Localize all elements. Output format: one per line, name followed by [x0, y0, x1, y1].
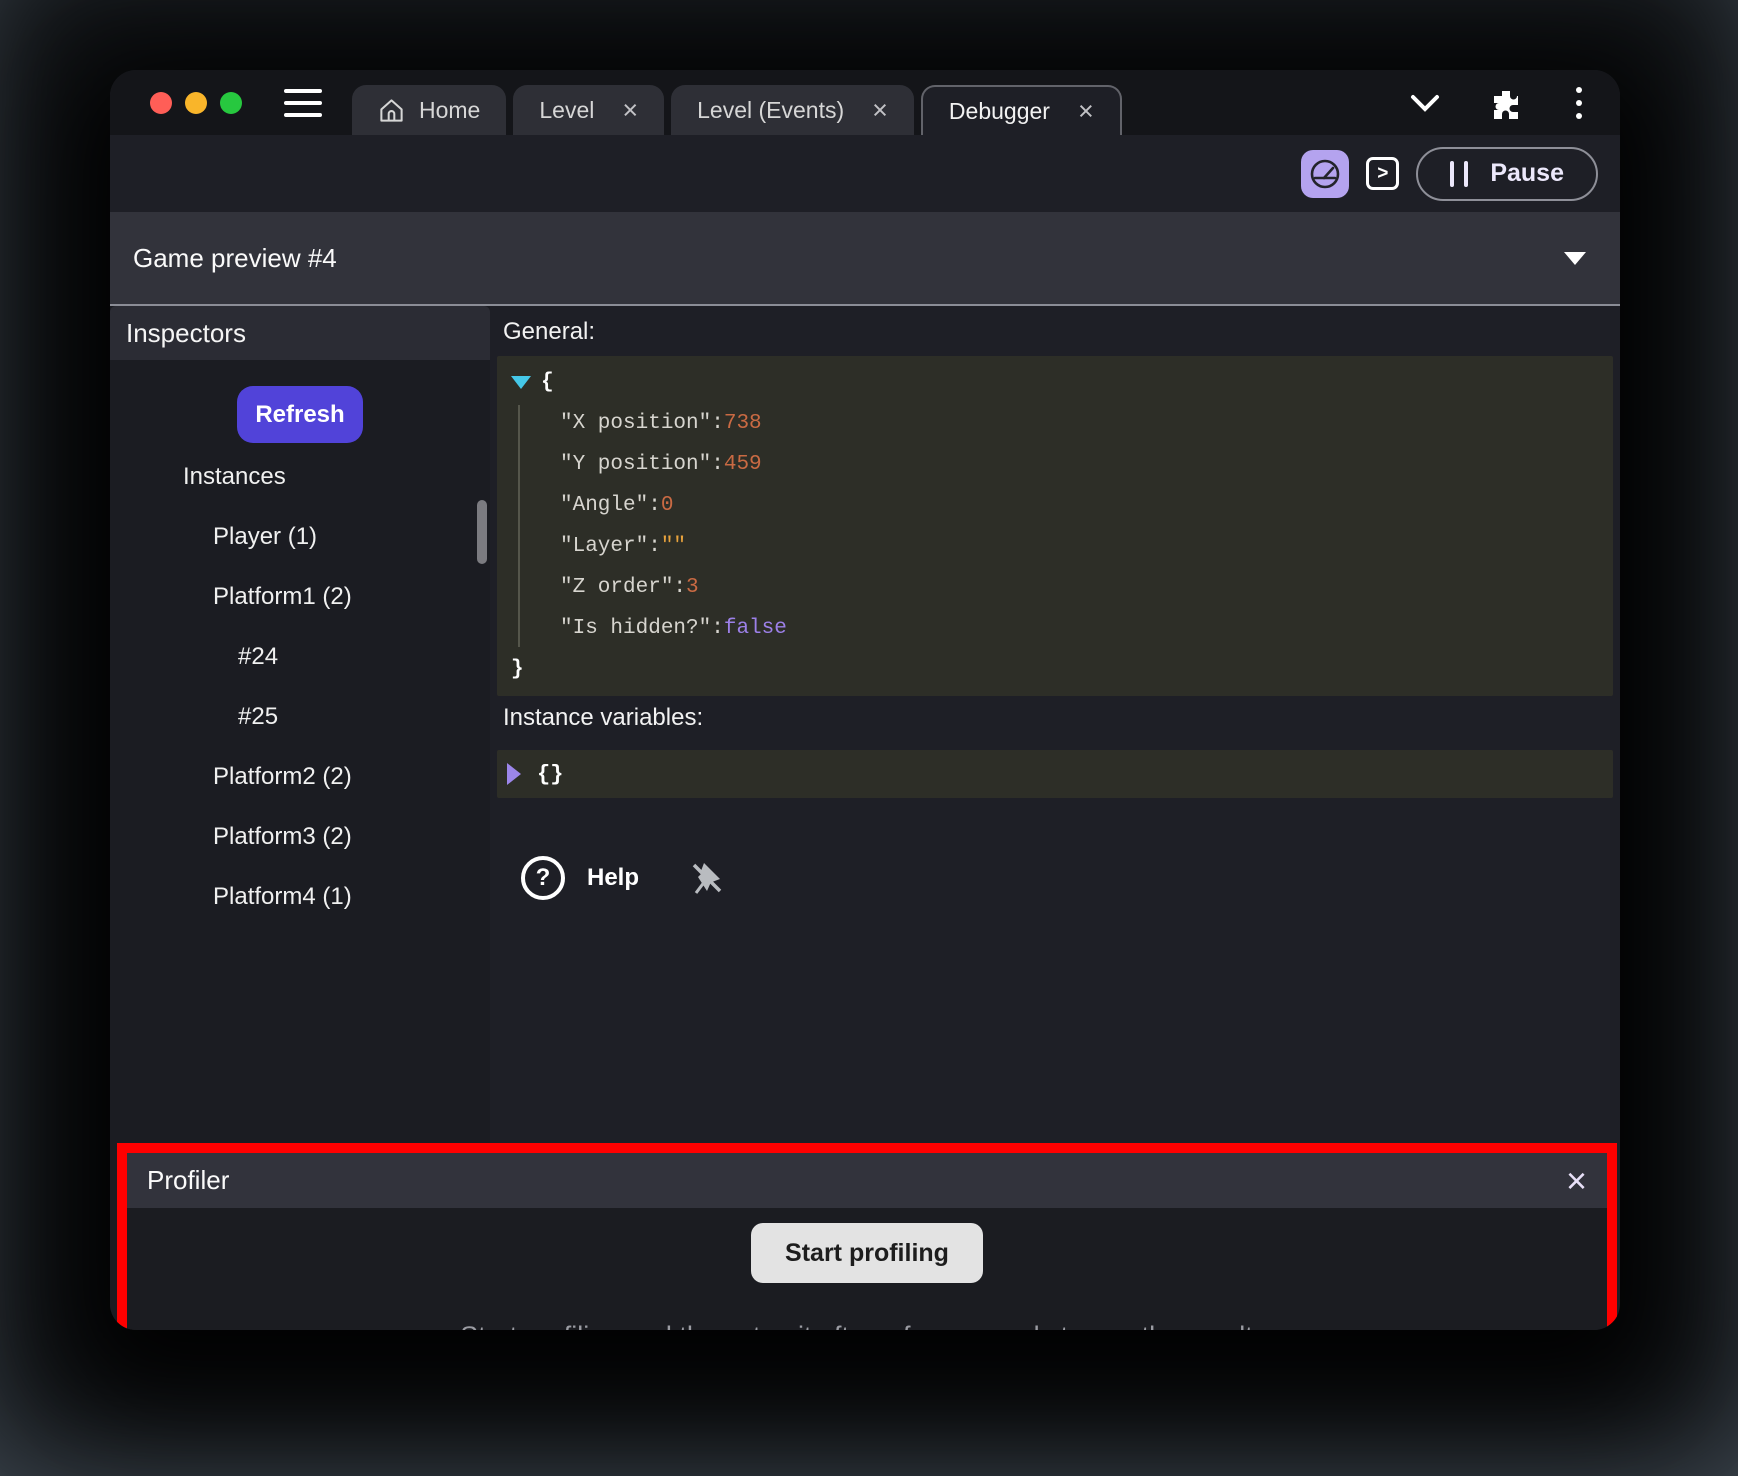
refresh-button[interactable]: Refresh [237, 386, 363, 443]
tab-label: Home [419, 97, 480, 124]
instance-variables-label: Instance variables: [503, 704, 1613, 732]
json-open-brace: { [541, 362, 554, 403]
collapse-arrow-icon[interactable] [511, 376, 531, 389]
inspectors-header: Inspectors [110, 306, 490, 360]
game-preview-title: Game preview #4 [133, 243, 337, 274]
tab-label: Debugger [949, 98, 1050, 125]
instance-variables-json-view: {} [497, 750, 1613, 798]
console-button[interactable]: > [1366, 157, 1399, 190]
json-key: "Z order" [560, 567, 673, 608]
json-key: "Y position" [560, 444, 711, 485]
pin-off-icon[interactable] [687, 858, 727, 898]
json-entry-y-position: "Y position" : 459 [497, 444, 1613, 485]
minimize-window-button[interactable] [185, 92, 207, 114]
tab-label: Level (Events) [697, 97, 844, 124]
json-key: "Layer" [560, 526, 648, 567]
json-value: 0 [661, 485, 674, 526]
tab-debugger[interactable]: Debugger × [921, 85, 1122, 135]
debugger-content: Inspectors Refresh Instances Player (1) … [110, 306, 1620, 1330]
tree-item-player[interactable]: Player (1) [110, 507, 490, 567]
tab-label: Level [539, 97, 594, 124]
json-entry-z-order: "Z order" : 3 [497, 567, 1613, 608]
extensions-puzzle-icon[interactable] [1490, 87, 1522, 119]
pause-icon [1450, 161, 1468, 187]
instances-tree: Instances Player (1) Platform1 (2) #24 #… [110, 447, 490, 927]
home-icon [378, 97, 405, 124]
variables-value: {} [537, 762, 563, 787]
json-value: 459 [724, 444, 762, 485]
tab-bar: Home Level × Level (Events) × Debugger × [110, 70, 1620, 135]
pause-button[interactable]: Pause [1416, 147, 1598, 201]
help-icon: ? [521, 856, 565, 900]
game-preview-selector[interactable]: Game preview #4 [110, 212, 1620, 306]
tree-root-instances[interactable]: Instances [110, 447, 490, 507]
start-profiling-button[interactable]: Start profiling [751, 1223, 983, 1283]
debugger-toolbar: > Pause [110, 135, 1620, 212]
close-window-button[interactable] [150, 92, 172, 114]
profiler-header: Profiler × [127, 1153, 1607, 1208]
help-button[interactable]: ? Help [521, 856, 639, 900]
expand-arrow-icon[interactable] [507, 763, 521, 785]
profiler-title: Profiler [147, 1165, 229, 1196]
json-entry-x-position: "X position" : 738 [497, 403, 1613, 444]
json-key: "Angle" [560, 485, 648, 526]
tab-level[interactable]: Level × [513, 85, 664, 135]
close-tab-icon[interactable]: × [1078, 98, 1094, 125]
json-value: 3 [686, 567, 699, 608]
close-tab-icon[interactable]: × [622, 97, 638, 124]
app-window: Home Level × Level (Events) × Debugger × [110, 70, 1620, 1330]
dropdown-arrow-icon [1564, 252, 1586, 265]
help-row: ? Help [497, 850, 1613, 906]
tree-item-instance-25[interactable]: #25 [110, 687, 490, 747]
main-menu-icon[interactable] [284, 89, 322, 117]
console-icon: > [1377, 163, 1388, 185]
pause-button-label: Pause [1490, 159, 1564, 188]
profiler-gauge-button[interactable] [1301, 150, 1349, 198]
close-tab-icon[interactable]: × [872, 97, 888, 124]
profiler-body: Start profiling Start profiling and then… [127, 1208, 1607, 1330]
json-entry-layer: "Layer" : "" [497, 526, 1613, 567]
json-value: false [724, 608, 787, 649]
tree-item-platform1[interactable]: Platform1 (2) [110, 567, 490, 627]
window-controls [110, 70, 242, 135]
tree-item-platform2[interactable]: Platform2 (2) [110, 747, 490, 807]
profiler-hint-text: Start profiling and then stop it after a… [460, 1321, 1273, 1330]
json-entry-angle: "Angle" : 0 [497, 485, 1613, 526]
json-close-brace: } [511, 649, 524, 690]
profiler-panel: Profiler × Start profiling Start profili… [117, 1143, 1617, 1330]
json-value: "" [661, 526, 686, 567]
tab-level-events[interactable]: Level (Events) × [671, 85, 914, 135]
json-key: "Is hidden?" [560, 608, 711, 649]
json-value: 738 [724, 403, 762, 444]
sidebar-scrollbar-thumb[interactable] [477, 500, 487, 564]
tree-item-platform3[interactable]: Platform3 (2) [110, 807, 490, 867]
more-options-icon[interactable] [1572, 83, 1586, 123]
help-label: Help [587, 864, 639, 892]
tree-item-platform4[interactable]: Platform4 (1) [110, 867, 490, 927]
json-key: "X position" [560, 403, 711, 444]
general-json-view: { "X position" : 738 "Y position" : 459 … [497, 356, 1613, 696]
tree-item-instance-24[interactable]: #24 [110, 627, 490, 687]
tab-home[interactable]: Home [352, 85, 506, 135]
zoom-window-button[interactable] [220, 92, 242, 114]
close-profiler-icon[interactable]: × [1566, 1163, 1587, 1199]
chevron-down-icon[interactable] [1410, 94, 1440, 112]
general-section-label: General: [503, 318, 1613, 346]
topbar-right-icons [1410, 83, 1620, 123]
json-entry-is-hidden: "Is hidden?" : false [497, 608, 1613, 649]
tabs: Home Level × Level (Events) × Debugger × [352, 70, 1129, 135]
gauge-icon [1308, 157, 1342, 191]
